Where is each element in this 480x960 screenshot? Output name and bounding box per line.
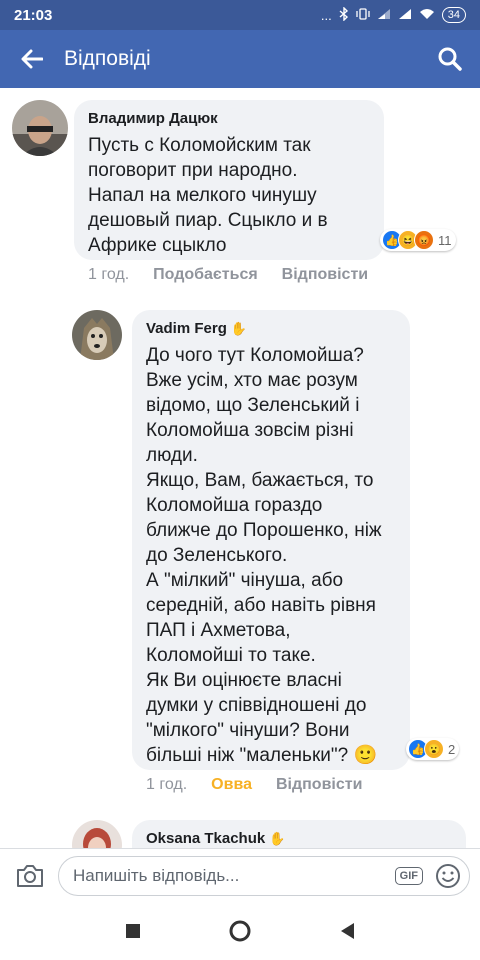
- wave-hand-icon: ✋: [269, 830, 286, 846]
- notification-dots: ...: [320, 7, 332, 23]
- comment-actions: 1 год. Овва Відповісти: [146, 776, 362, 794]
- avatar[interactable]: [72, 820, 122, 848]
- page-title: Відповіді: [64, 47, 151, 70]
- reaction-count: 11: [438, 232, 452, 248]
- square-icon: [126, 924, 141, 938]
- reaction-summary[interactable]: 👍 😆 😡 11: [380, 229, 456, 251]
- triangle-back-icon: [340, 923, 354, 939]
- camera-button[interactable]: [10, 856, 50, 896]
- search-button[interactable]: [420, 30, 480, 88]
- replies-list[interactable]: Владимир Дацюк Пусть с Коломойским так п…: [0, 88, 480, 848]
- comment-author[interactable]: Vadim Ferg ✋: [146, 320, 396, 337]
- like-button[interactable]: Подобається: [153, 266, 258, 284]
- comment-time: 1 год.: [146, 776, 188, 793]
- comment-time: 1 год.: [88, 266, 130, 283]
- bluetooth-icon: [339, 5, 349, 24]
- signal-icon-2: [398, 8, 412, 23]
- signal-icon: [377, 8, 391, 23]
- gif-button[interactable]: GIF: [394, 866, 423, 885]
- avatar[interactable]: [72, 310, 122, 360]
- reply-input[interactable]: [73, 865, 395, 886]
- comment-bubble[interactable]: Владимир Дацюк Пусть с Коломойским так п…: [74, 100, 384, 260]
- reaction-count: 2: [448, 741, 456, 757]
- comment-actions: 1 год. Подобається Відповісти: [88, 266, 368, 284]
- back-button[interactable]: [0, 30, 64, 88]
- angry-reaction-icon: 😡: [414, 230, 434, 250]
- reaction-summary[interactable]: 👍 😮 2: [406, 738, 460, 760]
- system-nav-bar: [0, 902, 480, 960]
- comment-author[interactable]: Владимир Дацюк: [88, 110, 370, 127]
- wifi-icon: [419, 8, 435, 23]
- reply-composer: GIF: [0, 848, 480, 902]
- nav-back-button[interactable]: [327, 911, 367, 951]
- reply-input-box[interactable]: GIF: [58, 855, 470, 896]
- comment-bubble[interactable]: Vadim Ferg ✋ До чого тут Коломойша? Вже …: [132, 310, 410, 770]
- emoji-icon[interactable]: [435, 863, 461, 889]
- reply-button[interactable]: Відповісти: [276, 776, 362, 794]
- app-bar: Відповіді: [0, 30, 480, 88]
- camera-icon: [17, 864, 43, 887]
- circle-icon: [229, 920, 251, 942]
- reply-button[interactable]: Відповісти: [282, 266, 368, 284]
- status-time: 21:03: [14, 6, 53, 24]
- recents-button[interactable]: [113, 911, 153, 951]
- status-bar: 21:03 ... 34: [0, 0, 480, 30]
- wow-reaction-icon: 😮: [424, 739, 444, 759]
- comment-text: До чого тут Коломойша? Вже усім, хто має…: [146, 345, 382, 766]
- arrow-left-icon: [21, 49, 43, 69]
- vibrate-icon: [356, 7, 370, 23]
- home-button[interactable]: [220, 911, 260, 951]
- search-icon: [438, 47, 462, 71]
- comment-bubble[interactable]: Oksana Tkachuk ✋: [132, 820, 466, 848]
- battery-indicator: 34: [441, 7, 466, 23]
- wave-hand-icon: ✋: [230, 320, 248, 336]
- comment-author[interactable]: Oksana Tkachuk ✋: [146, 830, 452, 847]
- reacted-button[interactable]: Овва: [211, 776, 252, 794]
- status-icons: ... 34: [320, 5, 466, 24]
- avatar[interactable]: [12, 100, 68, 156]
- comment-text: Пусть с Коломойским так поговорит при на…: [88, 135, 328, 256]
